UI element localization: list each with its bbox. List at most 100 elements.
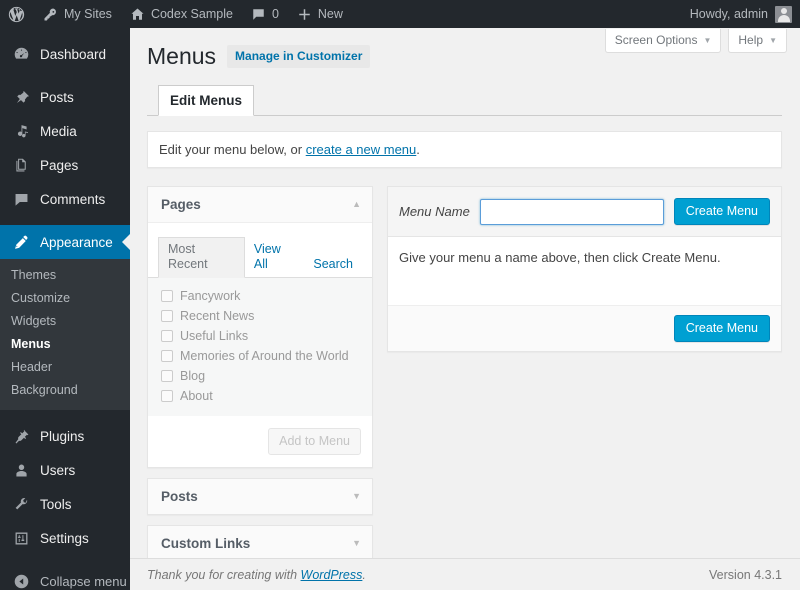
tab-edit-menus[interactable]: Edit Menus xyxy=(158,85,254,116)
sidebar-item-users[interactable]: Users xyxy=(0,453,130,487)
sidebar-top-spacer xyxy=(0,28,130,37)
list-item-label: About xyxy=(180,389,213,403)
admin-bar-my-sites[interactable]: My Sites xyxy=(34,0,121,28)
sidebar-subitem-menus[interactable]: Menus xyxy=(0,333,130,356)
sidebar-item-label: Tools xyxy=(40,497,72,512)
pages-checklist: Fancywork Recent News Useful Links xyxy=(148,278,372,416)
columns: Pages ▲ Most Recent View All Search xyxy=(147,186,782,590)
create-menu-button-footer[interactable]: Create Menu xyxy=(674,315,770,342)
admin-bar-my-sites-label: My Sites xyxy=(64,7,112,21)
manage-in-customizer-button[interactable]: Manage in Customizer xyxy=(227,45,370,68)
custom-links-panel-title: Custom Links xyxy=(161,536,250,551)
footer-thanks-suffix: . xyxy=(362,568,365,582)
create-new-menu-link[interactable]: create a new menu xyxy=(306,142,417,157)
comment-icon xyxy=(11,191,31,208)
list-item[interactable]: Fancywork xyxy=(148,286,372,306)
sidebar-item-tools[interactable]: Tools xyxy=(0,487,130,521)
menu-name-bar: Menu Name Create Menu xyxy=(387,186,782,237)
sidebar-item-posts[interactable]: Posts xyxy=(0,80,130,114)
list-item[interactable]: Recent News xyxy=(148,306,372,326)
posts-panel-title: Posts xyxy=(161,489,198,504)
wordpress-link[interactable]: WordPress xyxy=(301,568,363,582)
add-to-menu-button[interactable]: Add to Menu xyxy=(268,428,361,455)
admin-bar-howdy-label: Howdy, admin xyxy=(690,7,768,21)
screen-options-button[interactable]: Screen Options ▼ xyxy=(605,29,722,53)
admin-bar-new[interactable]: New xyxy=(288,0,352,28)
sidebar-item-dashboard[interactable]: Dashboard xyxy=(0,37,130,71)
chevron-down-icon: ▼ xyxy=(703,36,711,45)
sidebar-subitem-customize[interactable]: Customize xyxy=(0,287,130,310)
help-button[interactable]: Help ▼ xyxy=(728,29,787,53)
tab-view-all[interactable]: View All xyxy=(245,238,305,277)
avatar xyxy=(775,6,792,23)
chevron-down-icon: ▼ xyxy=(769,36,777,45)
sidebar-item-collapse-menu[interactable]: Collapse menu xyxy=(0,564,130,590)
home-icon xyxy=(130,7,145,22)
chevron-down-icon[interactable]: ▼ xyxy=(352,492,361,501)
wordpress-logo-icon xyxy=(8,6,25,23)
screen-options-label: Screen Options xyxy=(615,33,698,47)
sidebar-item-settings[interactable]: Settings xyxy=(0,521,130,555)
tab-search[interactable]: Search xyxy=(304,253,362,277)
admin-footer: Thank you for creating with WordPress. V… xyxy=(130,558,800,590)
sidebar-item-label: Pages xyxy=(40,158,78,173)
plus-icon xyxy=(297,7,312,22)
sidebar-item-label: Comments xyxy=(40,192,105,207)
posts-panel: Posts ▼ xyxy=(147,478,373,515)
sidebar-separator-1 xyxy=(0,71,130,80)
pages-panel: Pages ▲ Most Recent View All Search xyxy=(147,186,373,468)
wordpress-admin-screen: My Sites Codex Sample 0 New Howdy, admin xyxy=(0,0,800,590)
list-item[interactable]: Memories of Around the World xyxy=(148,346,372,366)
list-item[interactable]: Useful Links xyxy=(148,326,372,346)
plugins-icon xyxy=(11,428,31,445)
checkbox[interactable] xyxy=(161,370,173,382)
admin-bar-site-name[interactable]: Codex Sample xyxy=(121,0,242,28)
pages-panel-header[interactable]: Pages ▲ xyxy=(148,187,372,223)
dashboard-icon xyxy=(11,46,31,63)
list-item-label: Fancywork xyxy=(180,289,240,303)
chevron-down-icon[interactable]: ▼ xyxy=(352,539,361,548)
checkbox[interactable] xyxy=(161,350,173,362)
sidebar-item-appearance[interactable]: Appearance xyxy=(0,225,130,259)
sidebar-item-pages[interactable]: Pages xyxy=(0,148,130,182)
sidebar-item-media[interactable]: Media xyxy=(0,114,130,148)
sidebar-subitem-header[interactable]: Header xyxy=(0,356,130,379)
content-wrap: Menus Manage in Customizer Edit Menus Ed… xyxy=(130,28,800,590)
custom-links-panel-header[interactable]: Custom Links ▼ xyxy=(148,526,372,561)
tab-most-recent[interactable]: Most Recent xyxy=(158,237,245,278)
checkbox[interactable] xyxy=(161,330,173,342)
footer-thanks: Thank you for creating with WordPress. xyxy=(147,568,366,582)
list-item[interactable]: Blog xyxy=(148,366,372,386)
admin-bar-comments[interactable]: 0 xyxy=(242,0,288,28)
sidebar-item-comments[interactable]: Comments xyxy=(0,182,130,216)
sidebar-subitem-background[interactable]: Background xyxy=(0,379,130,402)
help-label: Help xyxy=(738,33,763,47)
list-item-label: Blog xyxy=(180,369,205,383)
list-item[interactable]: About xyxy=(148,386,372,406)
admin-bar-account[interactable]: Howdy, admin xyxy=(690,6,800,23)
main-content: Screen Options ▼ Help ▼ Menus Manage in … xyxy=(130,28,800,590)
sidebar-submenu-appearance: Themes Customize Widgets Menus Header Ba… xyxy=(0,259,130,410)
notice-text-suffix: . xyxy=(416,142,420,157)
sidebar-separator-3 xyxy=(0,410,130,419)
list-item-label: Recent News xyxy=(180,309,254,323)
sidebar-item-plugins[interactable]: Plugins xyxy=(0,419,130,453)
sidebar-subitem-widgets[interactable]: Widgets xyxy=(0,310,130,333)
sidebar-item-label: Users xyxy=(40,463,75,478)
footer-version: Version 4.3.1 xyxy=(709,568,782,582)
admin-bar-wordpress-logo[interactable] xyxy=(0,0,34,28)
custom-links-panel: Custom Links ▼ xyxy=(147,525,373,562)
create-menu-button[interactable]: Create Menu xyxy=(674,198,770,225)
posts-panel-header[interactable]: Posts ▼ xyxy=(148,479,372,514)
checkbox[interactable] xyxy=(161,390,173,402)
page-title: Menus xyxy=(147,41,216,71)
sidebar-item-label: Media xyxy=(40,124,77,139)
admin-sidebar: Dashboard Posts Media Pages Commen xyxy=(0,28,130,590)
menu-name-input[interactable] xyxy=(480,199,664,225)
footer-thanks-prefix: Thank you for creating with xyxy=(147,568,301,582)
sidebar-subitem-themes[interactable]: Themes xyxy=(0,264,130,287)
checkbox[interactable] xyxy=(161,290,173,302)
list-item-label: Useful Links xyxy=(180,329,248,343)
chevron-up-icon[interactable]: ▲ xyxy=(352,200,361,209)
checkbox[interactable] xyxy=(161,310,173,322)
